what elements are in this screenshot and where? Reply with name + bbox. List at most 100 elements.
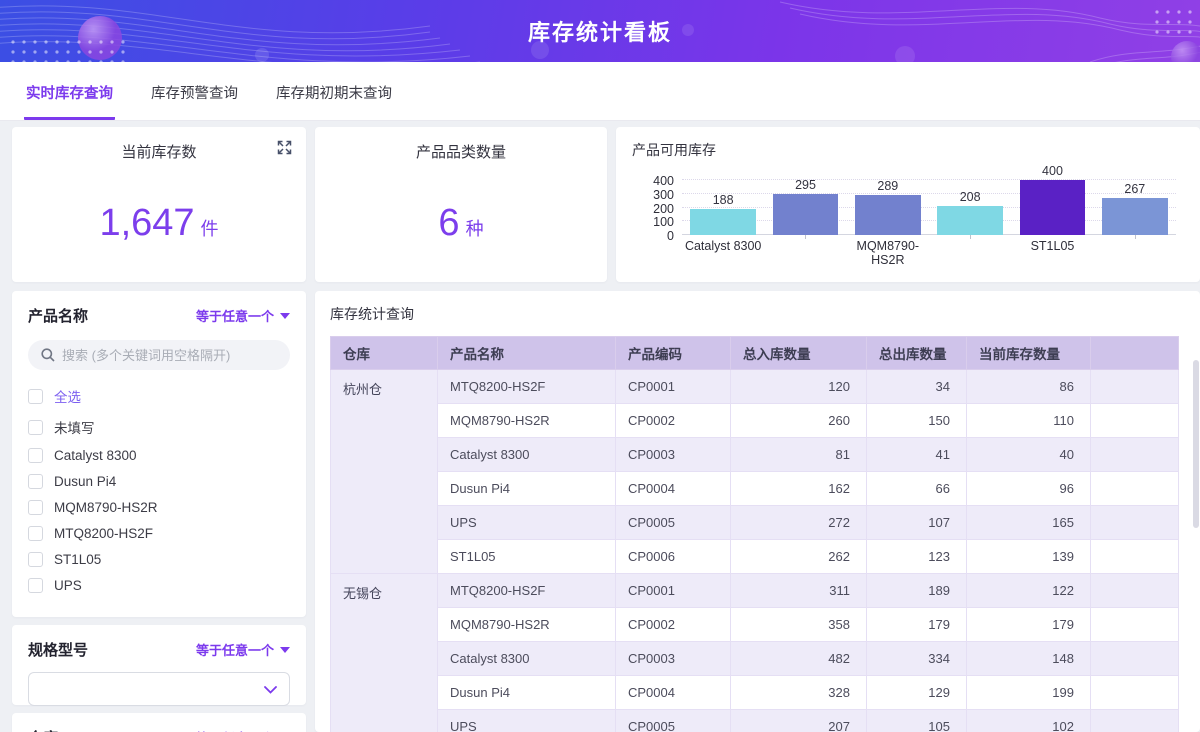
table-cell-empty: [1091, 540, 1179, 574]
table-cell: 334: [867, 642, 967, 676]
table-cell: CP0001: [616, 370, 731, 404]
table-cell: 110: [967, 404, 1091, 438]
checkbox-option[interactable]: MTQ8200-HS2F: [28, 526, 290, 541]
checkbox-option[interactable]: Dusun Pi4: [28, 474, 290, 489]
table-row[interactable]: Catalyst 8300CP0003814140: [331, 438, 1179, 472]
current-stock-value: 1,647: [99, 202, 194, 244]
checkbox-option[interactable]: 未填写: [28, 417, 290, 437]
checkbox-option[interactable]: MQM8790-HS2R: [28, 500, 290, 515]
table-cell: CP0003: [616, 438, 731, 472]
filter-label: 产品名称: [28, 305, 88, 326]
x-tick-label: MQM8790-HS2R: [847, 239, 929, 267]
table-cell: Catalyst 8300: [438, 642, 616, 676]
checkbox-option[interactable]: 全选: [28, 386, 290, 406]
bar-value-label: 208: [929, 190, 1011, 204]
bar-chart: 0100200300400188295289208400267: [682, 180, 1176, 235]
bar-value-label: 289: [847, 179, 929, 193]
filter-operator-dropdown[interactable]: 等于任意一个: [196, 728, 290, 732]
filter-operator-dropdown[interactable]: 等于任意一个: [196, 306, 290, 325]
column-header: 总入库数量: [731, 337, 867, 370]
bar-Dusun Pi4[interactable]: [773, 194, 839, 235]
table-cell: MQM8790-HS2R: [438, 608, 616, 642]
table-row[interactable]: MQM8790-HS2RCP0002358179179: [331, 608, 1179, 642]
checkbox[interactable]: [28, 578, 43, 593]
checkbox-option[interactable]: Catalyst 8300: [28, 448, 290, 463]
bar-MQM8790-HS2R[interactable]: [855, 195, 921, 235]
checkbox-option[interactable]: ST1L05: [28, 552, 290, 567]
checkbox[interactable]: [28, 526, 43, 541]
scrollbar-thumb[interactable]: [1193, 360, 1199, 528]
page-title: 库存统计看板: [0, 0, 1200, 62]
table-cell: Catalyst 8300: [438, 438, 616, 472]
table-row[interactable]: Dusun Pi4CP0004328129199: [331, 676, 1179, 710]
table-row[interactable]: ST1L05CP0006262123139: [331, 540, 1179, 574]
bar-ST1L05[interactable]: [1020, 180, 1086, 235]
table-cell: 34: [867, 370, 967, 404]
warehouse-cell: 无锡仓: [331, 574, 438, 732]
table-row[interactable]: MQM8790-HS2RCP0002260150110: [331, 404, 1179, 438]
table-row[interactable]: Dusun Pi4CP00041626696: [331, 472, 1179, 506]
filter-product-name: 产品名称 等于任意一个 全选未填写 Catalyst 8300 Dusun Pi4 M…: [12, 291, 306, 617]
card-title: 当前库存数: [28, 141, 290, 162]
column-header: 产品编码: [616, 337, 731, 370]
checkbox-label: MQM8790-HS2R: [54, 500, 158, 515]
table-cell: 123: [867, 540, 967, 574]
column-header: 仓库: [331, 337, 438, 370]
table-cell: CP0002: [616, 608, 731, 642]
inventory-table: 仓库产品名称产品编码总入库数量总出库数量当前库存数量 杭州仓MTQ8200-HS…: [330, 336, 1179, 732]
table-cell-empty: [1091, 642, 1179, 676]
table-cell: CP0004: [616, 676, 731, 710]
table-cell-empty: [1091, 506, 1179, 540]
checkbox[interactable]: [28, 389, 43, 404]
checkbox[interactable]: [28, 500, 43, 515]
tab-3[interactable]: 库存期初期末查询: [274, 82, 394, 120]
tab-2[interactable]: 库存预警查询: [149, 82, 240, 120]
table-row[interactable]: 杭州仓MTQ8200-HS2FCP00011203486: [331, 370, 1179, 404]
table-cell: CP0006: [616, 540, 731, 574]
checkbox[interactable]: [28, 552, 43, 567]
table-cell: CP0005: [616, 506, 731, 540]
checkbox[interactable]: [28, 474, 43, 489]
x-tick-mark: [1094, 239, 1176, 267]
checkbox[interactable]: [28, 448, 43, 463]
inventory-table-panel: 库存统计查询 仓库产品名称产品编码总入库数量总出库数量当前库存数量 杭州仓MTQ…: [315, 291, 1200, 732]
bar-slot: 188: [682, 180, 764, 235]
table-cell: 105: [867, 710, 967, 732]
spec-model-select[interactable]: [28, 672, 290, 706]
table-cell: 179: [867, 608, 967, 642]
filter-operator-dropdown[interactable]: 等于任意一个: [196, 640, 290, 659]
table-cell-empty: [1091, 608, 1179, 642]
checkbox[interactable]: [28, 420, 43, 435]
table-row[interactable]: UPSCP0005272107165: [331, 506, 1179, 540]
bar-Catalyst 8300[interactable]: [690, 209, 756, 235]
table-cell-empty: [1091, 370, 1179, 404]
category-count-value: 6: [438, 202, 459, 244]
bar-MTQ8200-HS2F[interactable]: [937, 206, 1003, 235]
table-cell: 122: [967, 574, 1091, 608]
table-row[interactable]: Catalyst 8300CP0003482334148: [331, 642, 1179, 676]
bar-slot: 289: [847, 180, 929, 235]
table-cell: 129: [867, 676, 967, 710]
expand-icon[interactable]: [277, 140, 292, 155]
checkbox-option[interactable]: UPS: [28, 578, 290, 593]
y-tick-label: 200: [638, 202, 674, 216]
table-cell: 165: [967, 506, 1091, 540]
checkbox-label: ST1L05: [54, 552, 101, 567]
card-current-stock: 当前库存数 1,647件: [12, 127, 306, 282]
table-row[interactable]: 无锡仓MTQ8200-HS2FCP0001311189122: [331, 574, 1179, 608]
table-cell: 189: [867, 574, 967, 608]
bar-value-label: 188: [682, 193, 764, 207]
table-cell-empty: [1091, 676, 1179, 710]
table-cell: 262: [731, 540, 867, 574]
table-cell-empty: [1091, 574, 1179, 608]
search-input[interactable]: [28, 340, 290, 370]
table-cell: 179: [967, 608, 1091, 642]
table-row[interactable]: UPSCP0005207105102: [331, 710, 1179, 732]
checkbox-label: 全选: [54, 386, 81, 406]
page-scrollbar[interactable]: [1193, 296, 1199, 726]
tab-bar: 实时库存查询库存预警查询库存期初期末查询: [0, 62, 1200, 121]
table-cell: 148: [967, 642, 1091, 676]
table-title: 库存统计查询: [330, 304, 1184, 324]
bar-UPS[interactable]: [1102, 198, 1168, 235]
tab-1[interactable]: 实时库存查询: [24, 82, 115, 120]
